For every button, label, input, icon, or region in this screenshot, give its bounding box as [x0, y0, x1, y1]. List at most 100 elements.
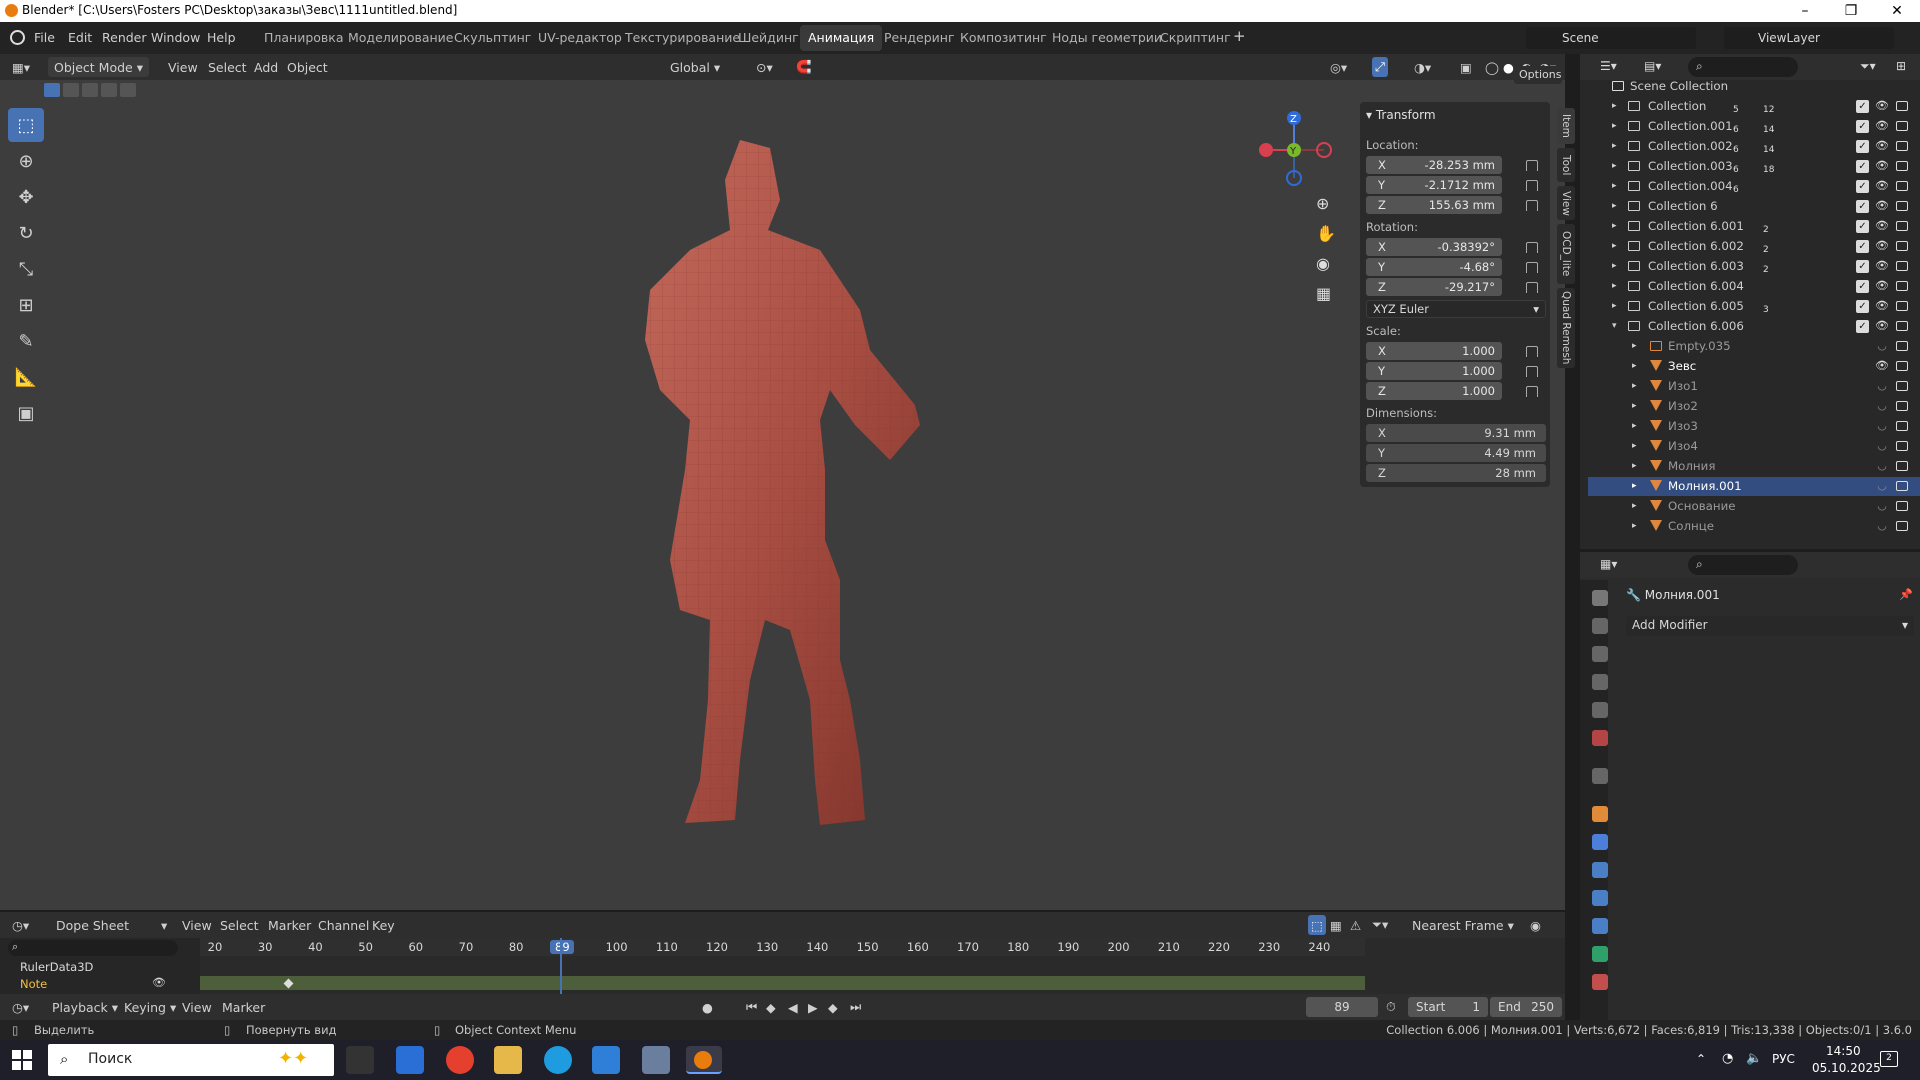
- menu-object[interactable]: Object: [287, 57, 328, 77]
- orientation-dropdown[interactable]: Global ▾: [670, 57, 720, 77]
- view-layer-tab-icon[interactable]: [1592, 674, 1608, 690]
- exclude-checkbox[interactable]: ✓: [1856, 240, 1869, 253]
- expand-arrow-icon[interactable]: ▸: [1612, 201, 1617, 211]
- exclude-checkbox[interactable]: ✓: [1856, 320, 1869, 333]
- select-subtract-icon[interactable]: [82, 83, 98, 97]
- dopesheet-editor-icon[interactable]: ◷▾: [12, 915, 29, 935]
- exclude-checkbox[interactable]: ✓: [1856, 140, 1869, 153]
- proportional-icon[interactable]: ◉: [1530, 915, 1541, 935]
- particles-tab-icon[interactable]: [1592, 862, 1608, 878]
- eye-icon[interactable]: ◡: [1875, 400, 1889, 412]
- zoom-icon[interactable]: ⊕: [1316, 194, 1329, 213]
- material-tab-icon[interactable]: [1592, 974, 1608, 990]
- location-x-field[interactable]: X -28.253 mm: [1366, 156, 1502, 174]
- eye-icon[interactable]: ◡: [1875, 420, 1889, 432]
- outliner-collection-row[interactable]: ▸ Collection 6 ✓ 👁: [1588, 197, 1920, 216]
- lock-icon[interactable]: [1526, 180, 1538, 191]
- solid-shading-icon[interactable]: ●: [1503, 57, 1514, 77]
- render-camera-icon[interactable]: [1896, 341, 1908, 351]
- outliner-object-row[interactable]: ▸ Основание ◡: [1588, 497, 1920, 516]
- expand-arrow-icon[interactable]: ▸: [1612, 241, 1617, 251]
- exclude-checkbox[interactable]: ✓: [1856, 200, 1869, 213]
- eye-icon[interactable]: 👁: [1875, 360, 1889, 372]
- tab-ocd-lite[interactable]: OCD_lite: [1557, 224, 1575, 284]
- tab-geometry-nodes[interactable]: Ноды геометрии: [1052, 30, 1162, 45]
- render-camera-icon[interactable]: [1896, 401, 1908, 411]
- start-frame-field[interactable]: Start 1: [1408, 997, 1488, 1017]
- taskbar-search-input[interactable]: ⌕ Поиск ✦✦: [48, 1044, 334, 1076]
- render-camera-icon[interactable]: [1896, 221, 1908, 231]
- visibility-icon[interactable]: ◎▾: [1330, 57, 1347, 77]
- expand-arrow-icon[interactable]: ▸: [1632, 501, 1637, 511]
- lock-icon[interactable]: [1526, 242, 1538, 253]
- render-camera-icon[interactable]: [1896, 161, 1908, 171]
- clock-time[interactable]: 14:50: [1826, 1044, 1861, 1058]
- render-camera-icon[interactable]: [1896, 201, 1908, 211]
- properties-search-input[interactable]: ⌕: [1688, 555, 1798, 575]
- tab-scripting[interactable]: Скриптинг: [1160, 30, 1231, 45]
- add-workspace-icon[interactable]: +: [1233, 27, 1246, 45]
- clock-date[interactable]: 05.10.2025: [1812, 1061, 1881, 1075]
- tab-compositing[interactable]: Композитинг: [960, 30, 1047, 45]
- eye-icon[interactable]: ◡: [1875, 380, 1889, 392]
- dopesheet-menu-key[interactable]: Key: [372, 915, 395, 935]
- outliner-search-input[interactable]: ⌕: [1688, 57, 1798, 77]
- only-errors-icon[interactable]: ⚠: [1350, 915, 1361, 935]
- end-frame-field[interactable]: End 250: [1490, 997, 1562, 1017]
- outliner-collection-row[interactable]: ▸ Collection.003 6 18 ✓ 👁: [1588, 157, 1920, 176]
- dimensions-y-field[interactable]: Y 4.49 mm: [1366, 444, 1546, 462]
- playhead[interactable]: [560, 938, 563, 994]
- calculator-icon[interactable]: [396, 1046, 424, 1074]
- menu-select[interactable]: Select: [208, 57, 247, 77]
- current-frame-field[interactable]: 89: [1306, 997, 1378, 1017]
- playback-menu-view[interactable]: View: [182, 997, 212, 1017]
- scale-z-field[interactable]: Z 1.000: [1366, 382, 1502, 400]
- expand-arrow-icon[interactable]: ▸: [1612, 141, 1617, 151]
- render-camera-icon[interactable]: [1896, 501, 1908, 511]
- expand-arrow-icon[interactable]: ▾: [1612, 321, 1617, 331]
- ortho-grid-icon[interactable]: ▦: [1316, 284, 1331, 303]
- tab-view[interactable]: View: [1557, 186, 1575, 220]
- outliner-collection-row[interactable]: ▸ Collection 5 12 ✓ 👁: [1588, 97, 1920, 116]
- annotate-tool[interactable]: ✎: [8, 324, 44, 358]
- menu-edit[interactable]: Edit: [68, 30, 92, 45]
- snap-icon[interactable]: 🧲: [796, 57, 812, 77]
- volume-icon[interactable]: 🔈: [1746, 1051, 1762, 1066]
- move-tool[interactable]: ✥: [8, 180, 44, 214]
- select-intersect-icon[interactable]: [120, 83, 136, 97]
- scene-collection-row[interactable]: Scene Collection: [1588, 77, 1920, 96]
- expand-arrow-icon[interactable]: ▸: [1612, 181, 1617, 191]
- transform-header[interactable]: ▾ Transform: [1366, 108, 1436, 122]
- eye-icon[interactable]: 👁: [1875, 300, 1889, 312]
- select-invert-icon[interactable]: [101, 83, 117, 97]
- new-collection-icon[interactable]: ⊞: [1896, 59, 1906, 73]
- blender-menu-icon[interactable]: [10, 30, 25, 45]
- outliner-editor-icon[interactable]: ☰▾: [1600, 59, 1617, 73]
- eye-icon[interactable]: 👁: [1875, 140, 1889, 152]
- exclude-checkbox[interactable]: ✓: [1856, 260, 1869, 273]
- menu-render[interactable]: Render: [102, 30, 147, 45]
- render-camera-icon[interactable]: [1896, 121, 1908, 131]
- channel-rulerdata[interactable]: RulerData3D: [20, 960, 93, 974]
- scene-selector[interactable]: Scene: [1526, 27, 1696, 49]
- dopesheet-menu-marker[interactable]: Marker: [268, 915, 311, 935]
- eye-icon[interactable]: 👁: [1875, 160, 1889, 172]
- scene-tab-icon[interactable]: [1592, 702, 1608, 718]
- jump-end-icon[interactable]: ⏭: [850, 997, 861, 1017]
- lock-icon[interactable]: [1526, 282, 1538, 293]
- expand-arrow-icon[interactable]: ▸: [1612, 261, 1617, 271]
- expand-arrow-icon[interactable]: ▸: [1632, 461, 1637, 471]
- outliner-collection-row[interactable]: ▸ Collection 6.002 2 ✓ 👁: [1588, 237, 1920, 256]
- notification-icon[interactable]: 2: [1880, 1051, 1898, 1067]
- rotation-mode-dropdown[interactable]: XYZ Euler ▾: [1366, 300, 1546, 318]
- render-camera-icon[interactable]: [1896, 141, 1908, 151]
- wireframe-shading-icon[interactable]: ◯: [1485, 57, 1499, 77]
- timeline-editor-icon[interactable]: ◷▾: [12, 997, 29, 1017]
- eye-icon[interactable]: ◡: [1875, 340, 1889, 352]
- eye-icon[interactable]: 👁: [1875, 100, 1889, 112]
- tab-animation[interactable]: Анимация: [800, 25, 883, 51]
- dopesheet-area[interactable]: ⌕ RulerData3D Note 👁 2030405060708089100…: [0, 938, 1565, 994]
- eye-icon[interactable]: ◡: [1875, 500, 1889, 512]
- physics-tab-icon[interactable]: [1592, 890, 1608, 906]
- render-camera-icon[interactable]: [1896, 381, 1908, 391]
